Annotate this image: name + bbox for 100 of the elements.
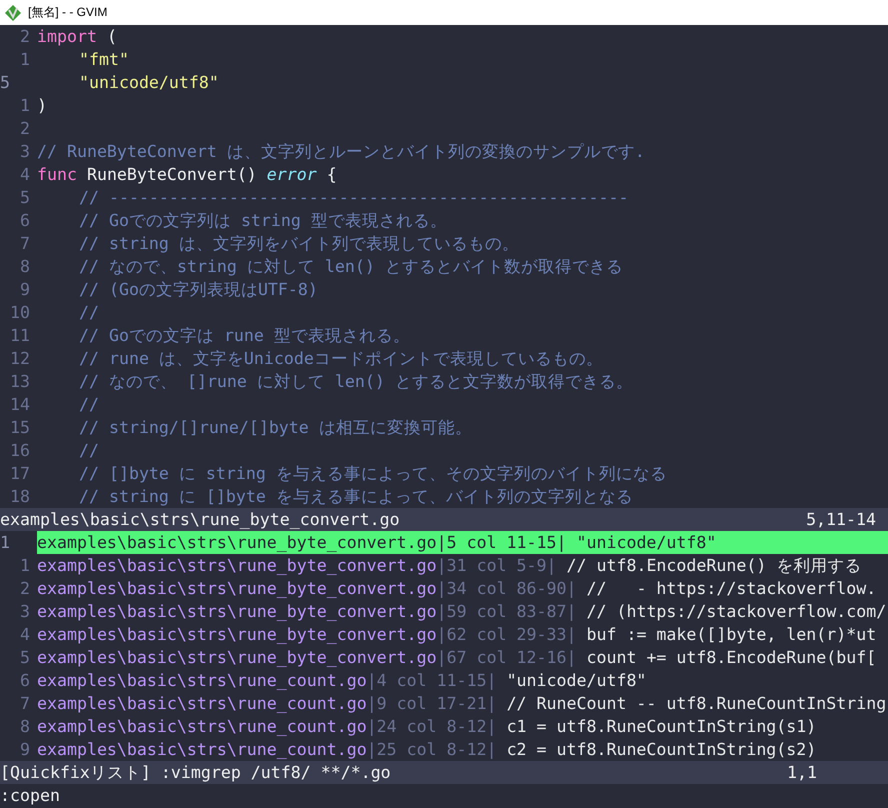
line-number: 4 bbox=[19, 624, 30, 646]
match-location: |24 col 8-12| bbox=[366, 716, 497, 738]
match-text: buf := make([]byte, len(r)*ut bbox=[586, 624, 876, 646]
file-path: examples\basic\strs\rune_count.go bbox=[37, 670, 367, 692]
app-icon bbox=[4, 4, 22, 22]
line-number: 12 bbox=[9, 348, 30, 370]
comment-text: // string に []byte を与える事によって、バイト列の文字列となる bbox=[79, 486, 633, 508]
code-text: { bbox=[326, 164, 337, 186]
file-path: examples\basic\strs\rune_byte_convert.go bbox=[37, 578, 437, 600]
line-number: 2 bbox=[19, 26, 30, 48]
comment-text: // なので、string に対して len() とするとバイト数が取得できる bbox=[79, 256, 623, 278]
comment-text: // bbox=[79, 440, 99, 462]
cursor-position: 5,11-14 bbox=[806, 509, 876, 531]
match-text: // utf8.EncodeRune() を利用する bbox=[566, 555, 862, 577]
quickfix-entry[interactable]: examples\basic\strs\rune_byte_convert.go|34 col 86-90| // - https://stackoverflow. bbox=[37, 577, 888, 600]
match-text: // - https://stackoverflow. bbox=[586, 578, 876, 600]
line-number: 2 bbox=[19, 118, 30, 140]
file-path: examples\basic\strs\rune_count.go bbox=[37, 739, 367, 761]
quickfix-entry[interactable]: examples\basic\strs\rune_count.go|9 col 17-21| // RuneCount -- utf8.RuneCountInString bbox=[37, 692, 888, 715]
line-number: 3 bbox=[19, 601, 30, 623]
line-number: 2 bbox=[19, 578, 30, 600]
match-text: // RuneCount -- utf8.RuneCountInString bbox=[506, 693, 886, 715]
line-number: 8 bbox=[19, 716, 30, 738]
line-number: 13 bbox=[9, 371, 30, 393]
file-path: examples\basic\strs\rune_count.go bbox=[37, 693, 367, 715]
code-text: ) bbox=[37, 95, 47, 117]
line-number: 4 bbox=[19, 164, 30, 186]
match-location: |31 col 5-9| bbox=[436, 555, 557, 577]
keyword: func bbox=[37, 164, 77, 186]
quickfix-entry[interactable]: examples\basic\strs\rune_byte_convert.go|67 col 12-16| count += utf8.EncodeRune(buf[ bbox=[37, 646, 888, 669]
match-location: |59 col 83-87| bbox=[436, 601, 576, 623]
line-number: 11 bbox=[9, 325, 30, 347]
string-literal: "unicode/utf8" bbox=[79, 72, 219, 94]
line-number: 1 bbox=[19, 49, 30, 71]
quickfix-entry[interactable]: examples\basic\strs\rune_count.go|4 col 11-15| "unicode/utf8" bbox=[37, 669, 888, 692]
line-number: 9 bbox=[19, 279, 30, 301]
match-text: "unicode/utf8" bbox=[506, 670, 646, 692]
quickfix-entry[interactable]: examples\basic\strs\rune_byte_convert.go|62 col 29-33| buf := make([]byte, len(r)*ut bbox=[37, 623, 888, 646]
file-path: examples\basic\strs\rune_byte_convert.go bbox=[37, 601, 437, 623]
match-text: c2 = utf8.RuneCountInString(s2) bbox=[506, 739, 816, 761]
line-number: 14 bbox=[9, 394, 30, 416]
file-path: examples\basic\strs\rune_count.go bbox=[37, 716, 367, 738]
line-number: 10 bbox=[9, 302, 30, 324]
line-number: 5 bbox=[19, 647, 30, 669]
match-text: // (https://stackoverflow.com/ bbox=[586, 601, 886, 623]
line-number: 3 bbox=[19, 141, 30, 163]
line-number: 6 bbox=[19, 210, 30, 232]
line-number: 7 bbox=[19, 233, 30, 255]
window-title: [無名] - - GVIM bbox=[28, 4, 108, 21]
comment-text: // Goでの文字は rune 型で表現される。 bbox=[79, 325, 410, 347]
line-number: 9 bbox=[19, 739, 30, 761]
match-text: c1 = utf8.RuneCountInString(s1) bbox=[506, 716, 816, 738]
line-number: 8 bbox=[19, 256, 30, 278]
comment-text: // string/[]rune/[]byte は相互に変換可能。 bbox=[79, 417, 472, 439]
match-text: count += utf8.EncodeRune(buf[ bbox=[586, 647, 876, 669]
comment-text: // string は、文字列をバイト列で表現しているもの。 bbox=[79, 233, 519, 255]
match-location: |62 col 29-33| bbox=[436, 624, 576, 646]
quickfix-entry[interactable]: examples\basic\strs\rune_count.go|25 col 8-12| c2 = utf8.RuneCountInString(s2) bbox=[37, 738, 888, 761]
line-number: 17 bbox=[9, 463, 30, 485]
file-path: examples\basic\strs\rune_byte_convert.go bbox=[0, 509, 400, 531]
code-text: ( bbox=[106, 26, 117, 48]
line-number: 15 bbox=[9, 417, 30, 439]
match-location: |25 col 8-12| bbox=[366, 739, 497, 761]
keyword: import bbox=[37, 26, 97, 48]
comment-text: // Goでの文字列は string 型で表現される。 bbox=[79, 210, 447, 232]
comment-text: // rune は、文字をUnicodeコードポイントで表現しているもの。 bbox=[79, 348, 603, 370]
line-number: 5 bbox=[0, 72, 11, 94]
quickfix-title: [Quickfixリスト] :vimgrep /utf8/ **/*.go bbox=[0, 762, 391, 784]
quickfix-entry[interactable]: examples\basic\strs\rune_count.go|24 col 8-12| c1 = utf8.RuneCountInString(s1) bbox=[37, 715, 888, 738]
comment-text: // RuneByteConvert は、文字列とルーンとバイト列の変換のサンプルです. bbox=[37, 141, 645, 163]
quickfix-entry[interactable]: examples\basic\strs\rune_byte_convert.go|31 col 5-9| // utf8.EncodeRune() を利用する bbox=[37, 554, 888, 577]
file-path: examples\basic\strs\rune_byte_convert.go bbox=[37, 555, 437, 577]
comment-text: // なので、 []rune に対して len() とすると文字数が取得できる。 bbox=[79, 371, 633, 393]
cursor-position: 1,1 bbox=[787, 762, 817, 784]
match-location: |34 col 86-90| bbox=[436, 578, 576, 600]
line-number: 18 bbox=[9, 486, 30, 508]
file-path: examples\basic\strs\rune_byte_convert.go bbox=[37, 624, 437, 646]
line-number: 1 bbox=[0, 532, 11, 554]
line-number: 1 bbox=[19, 95, 30, 117]
comment-text: // bbox=[79, 394, 99, 416]
line-number: 5 bbox=[19, 187, 30, 209]
string-literal: "fmt" bbox=[79, 49, 129, 71]
match-text: "unicode/utf8" bbox=[576, 532, 716, 554]
code-text: RuneByteConvert() bbox=[86, 164, 257, 186]
comment-text: // (Goの文字列表現はUTF-8) bbox=[79, 279, 318, 301]
line-number: 1 bbox=[19, 555, 30, 577]
match-location: |5 col 11-15| bbox=[436, 532, 566, 554]
type-name: error bbox=[266, 164, 317, 186]
command-line: :copen bbox=[0, 786, 60, 805]
comment-text: // bbox=[79, 302, 99, 324]
match-location: |4 col 11-15| bbox=[366, 670, 497, 692]
comment-text: // []byte に string を与える事によって、その文字列のバイト列になる bbox=[79, 463, 667, 485]
line-number: 16 bbox=[9, 440, 30, 462]
quickfix-entry[interactable]: examples\basic\strs\rune_byte_convert.go|59 col 83-87| // (https://stackoverflow.com/ bbox=[37, 600, 888, 623]
quickfix-entry[interactable]: examples\basic\strs\rune_byte_convert.go|5 col 11-15| "unicode/utf8" bbox=[37, 531, 888, 554]
file-path: examples\basic\strs\rune_byte_convert.go bbox=[37, 647, 437, 669]
line-number: 6 bbox=[19, 670, 30, 692]
line-number: 7 bbox=[19, 693, 30, 715]
match-location: |67 col 12-16| bbox=[436, 647, 576, 669]
comment-text: // ---------------------------------------------------- bbox=[79, 187, 628, 209]
